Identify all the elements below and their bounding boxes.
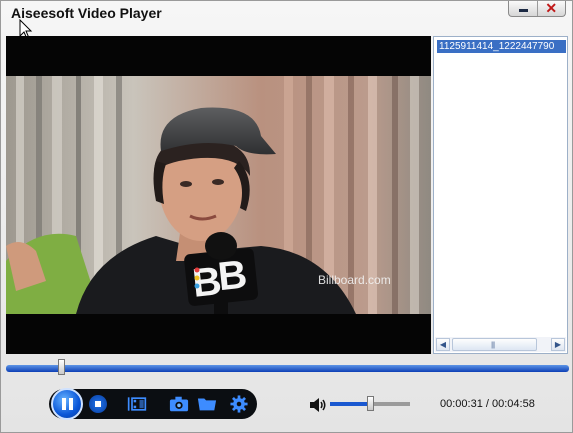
volume-level bbox=[330, 402, 370, 406]
horizontal-scrollbar[interactable]: ◀ |||| ▶ bbox=[435, 337, 566, 352]
elapsed-time: 00:00:31 bbox=[440, 398, 483, 410]
player-window: Aiseesoft Video Player ✕ B B Billboard.c… bbox=[0, 0, 573, 433]
pause-icon-bar bbox=[69, 398, 73, 410]
playback-control-bar bbox=[49, 388, 257, 420]
seek-handle[interactable] bbox=[57, 359, 65, 375]
speaker-icon[interactable] bbox=[309, 397, 327, 413]
playlist-item[interactable]: 1125911414_1222447790 bbox=[437, 40, 566, 53]
stop-button[interactable] bbox=[89, 395, 107, 413]
stop-icon bbox=[95, 401, 101, 407]
close-icon: ✕ bbox=[545, 0, 558, 16]
camera-icon[interactable] bbox=[169, 395, 189, 413]
play-pause-button[interactable] bbox=[51, 388, 83, 420]
time-separator: / bbox=[482, 398, 492, 410]
video-watermark: Billboard.com bbox=[318, 273, 391, 287]
title-bar[interactable]: Aiseesoft Video Player ✕ bbox=[1, 0, 572, 29]
close-button[interactable]: ✕ bbox=[536, 0, 566, 16]
window-controls: ✕ bbox=[508, 0, 566, 17]
video-frame: B B Billboard.com bbox=[6, 76, 431, 314]
video-viewport[interactable]: B B Billboard.com bbox=[6, 36, 431, 354]
scroll-right-arrow-icon[interactable]: ▶ bbox=[551, 338, 565, 351]
gear-icon[interactable] bbox=[229, 395, 249, 413]
minimize-button[interactable] bbox=[509, 1, 537, 16]
window-title: Aiseesoft Video Player bbox=[11, 5, 162, 21]
total-duration: 00:04:58 bbox=[492, 398, 535, 410]
seek-bar[interactable] bbox=[6, 359, 569, 375]
pause-icon bbox=[62, 398, 66, 410]
minimize-icon bbox=[519, 9, 528, 12]
scroll-thumb[interactable]: |||| bbox=[452, 338, 537, 351]
film-icon[interactable] bbox=[127, 395, 147, 413]
folder-icon[interactable] bbox=[197, 395, 217, 413]
scroll-grip-icon: |||| bbox=[491, 342, 495, 349]
playlist-panel[interactable]: 1125911414_1222447790 ◀ |||| ▶ bbox=[433, 36, 568, 354]
volume-handle[interactable] bbox=[366, 396, 374, 411]
scroll-left-arrow-icon[interactable]: ◀ bbox=[436, 338, 450, 351]
volume-slider[interactable] bbox=[330, 396, 410, 411]
video-frame-image: B B Billboard.com bbox=[6, 76, 431, 314]
time-display: 00:00:31 / 00:04:58 bbox=[440, 398, 535, 410]
